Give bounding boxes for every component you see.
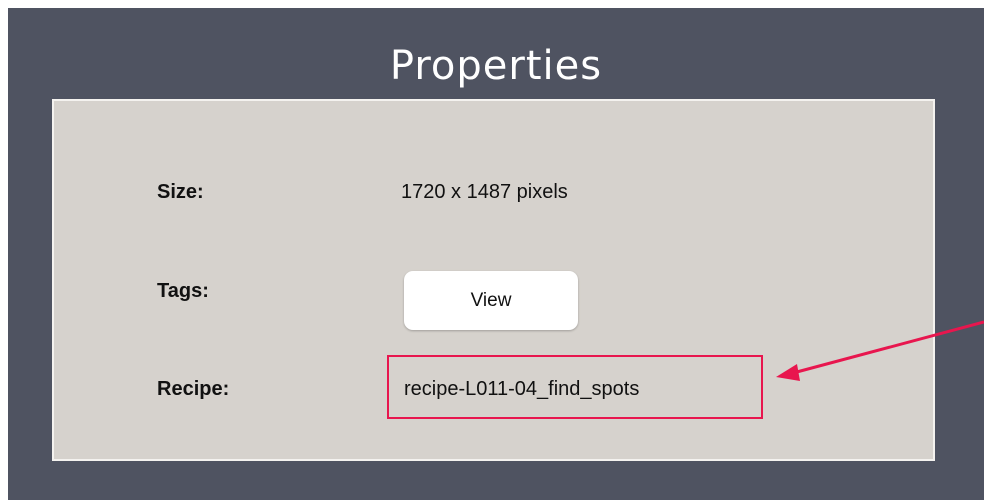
view-tags-button[interactable]: View [404, 271, 578, 330]
page-title: Properties [389, 43, 603, 89]
recipe-highlight-box [387, 355, 763, 419]
recipe-label: Recipe: [157, 378, 230, 400]
size-value: 1720 x 1487 pixels [401, 181, 568, 203]
properties-panel: Size: 1720 x 1487 pixels Tags: View Reci… [52, 99, 935, 461]
tags-label: Tags: [157, 280, 209, 302]
properties-window: Properties Size: 1720 x 1487 pixels Tags… [8, 8, 984, 500]
size-label: Size: [157, 181, 204, 203]
